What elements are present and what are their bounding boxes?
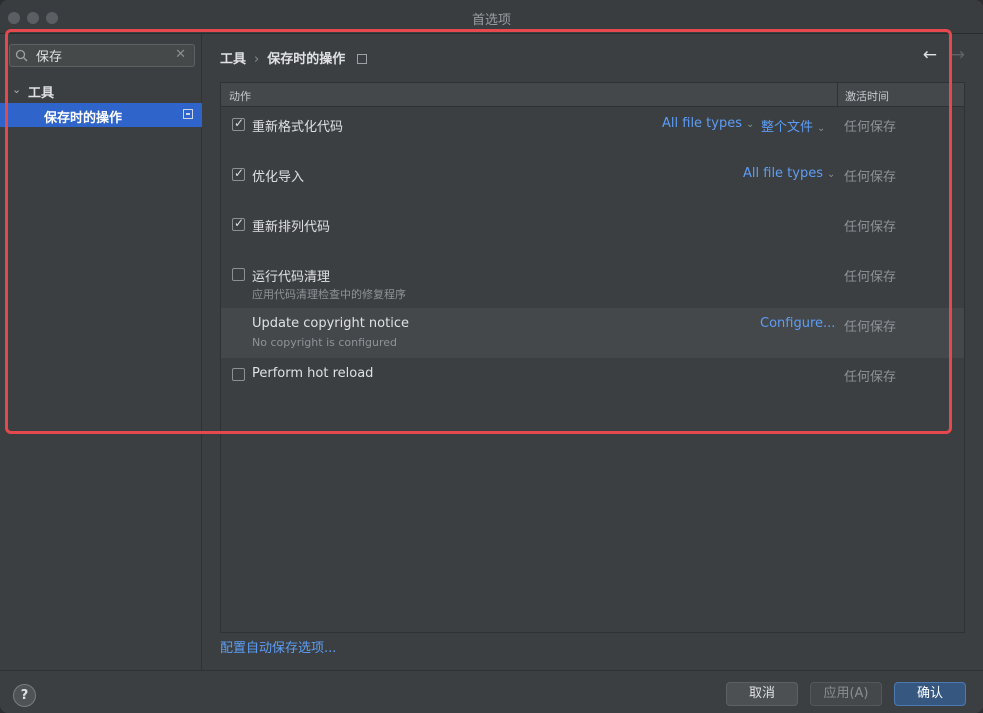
chevron-down-icon: ⌄ — [827, 169, 836, 180]
ok-button[interactable]: 确认 — [894, 682, 966, 706]
chevron-down-icon: ⌄ — [817, 123, 826, 134]
cancel-button[interactable]: 取消 — [726, 682, 798, 706]
row-label: 重新格式化代码 — [252, 120, 344, 135]
table-row[interactable]: Perform hot reload 任何保存 — [221, 358, 964, 408]
table-row[interactable]: 运行代码清理 应用代码清理检查中的修复程序 任何保存 — [221, 258, 964, 308]
help-button[interactable]: ? — [13, 684, 36, 707]
tree-item-label: 工具 — [28, 86, 55, 101]
activation-value[interactable]: 任何保存 — [844, 266, 896, 285]
activation-value[interactable]: 任何保存 — [844, 316, 896, 335]
table-row[interactable]: 优化导入 All file types⌄ 任何保存 — [221, 158, 964, 208]
search-icon — [15, 49, 28, 62]
chevron-down-icon: ⌄ — [746, 119, 755, 130]
back-arrow-icon[interactable]: ← — [923, 45, 937, 65]
breadcrumb: 工具 › 保存时的操作 — [220, 48, 368, 67]
tree-item-actions-on-save[interactable]: 保存时的操作 — [0, 103, 202, 127]
rearrange-code-checkbox[interactable] — [232, 216, 245, 231]
activation-value[interactable]: 任何保存 — [844, 216, 896, 235]
tree-item-label: 保存时的操作 — [44, 111, 123, 126]
actions-table: 动作 激活时间 重新格式化代码 All file types⌄ 整个文件⌄ 任何… — [220, 82, 965, 633]
dialog-buttons-bar: ? 取消 应用(A) 确认 — [0, 670, 983, 713]
table-row[interactable]: 重新排列代码 任何保存 — [221, 208, 964, 258]
table-row[interactable]: 重新格式化代码 All file types⌄ 整个文件⌄ 任何保存 — [221, 108, 964, 158]
search-input[interactable] — [36, 46, 176, 65]
breadcrumb-separator: › — [254, 52, 260, 67]
hot-reload-checkbox[interactable] — [232, 368, 245, 381]
scope-dropdown[interactable]: 整个文件 ⌄ — [761, 116, 825, 135]
activation-value[interactable]: 任何保存 — [844, 116, 896, 135]
configure-autosave-link[interactable]: 配置自动保存选项... — [220, 637, 336, 656]
clear-search-icon[interactable]: ✕ — [175, 47, 186, 62]
apply-button[interactable]: 应用(A) — [810, 682, 882, 706]
title-bar: 首选项 — [0, 0, 983, 34]
main-panel: 工具 › 保存时的操作 ← → 动作 激活时间 重新格式化代码 All file t… — [203, 34, 983, 670]
row-label: 优化导入 — [252, 170, 305, 185]
table-header: 动作 激活时间 — [221, 83, 964, 107]
row-description: 应用代码清理检查中的修复程序 — [252, 288, 406, 301]
project-scope-icon — [183, 109, 193, 119]
breadcrumb-parent[interactable]: 工具 — [220, 52, 246, 67]
reformat-code-checkbox[interactable] — [232, 116, 245, 131]
settings-search-box[interactable]: ✕ — [9, 44, 195, 67]
file-types-dropdown[interactable]: All file types ⌄ — [743, 166, 835, 181]
tree-item-tools[interactable]: ⌄ 工具 — [0, 80, 202, 102]
sidebar: ✕ ⌄ 工具 保存时的操作 — [0, 34, 202, 670]
activation-value[interactable]: 任何保存 — [844, 366, 896, 385]
preferences-window: 首选项 ✕ ⌄ 工具 保存时的操作 工具 › 保存时的操作 ← → 动作 — [0, 0, 983, 713]
forward-arrow-icon[interactable]: → — [951, 45, 965, 65]
chevron-down-icon[interactable]: ⌄ — [12, 83, 21, 96]
code-cleanup-checkbox[interactable] — [232, 268, 245, 281]
column-header-activation[interactable]: 激活时间 — [837, 83, 964, 107]
table-row[interactable]: Update copyright notice No copyright is … — [221, 308, 964, 358]
row-label: 运行代码清理 — [252, 270, 331, 285]
row-description: No copyright is configured — [252, 336, 398, 349]
activation-value[interactable]: 任何保存 — [844, 166, 896, 185]
window-title: 首选项 — [471, 13, 511, 28]
project-scope-icon — [357, 54, 368, 64]
row-label: Perform hot reload — [252, 366, 374, 381]
breadcrumb-current: 保存时的操作 — [267, 52, 346, 67]
file-types-dropdown[interactable]: All file types ⌄ — [662, 116, 754, 131]
row-label: Update copyright notice — [252, 316, 409, 331]
optimize-imports-checkbox[interactable] — [232, 166, 245, 181]
column-header-action[interactable]: 动作 — [229, 88, 251, 104]
row-label: 重新排列代码 — [252, 220, 331, 235]
configure-link[interactable]: Configure... — [760, 316, 835, 331]
